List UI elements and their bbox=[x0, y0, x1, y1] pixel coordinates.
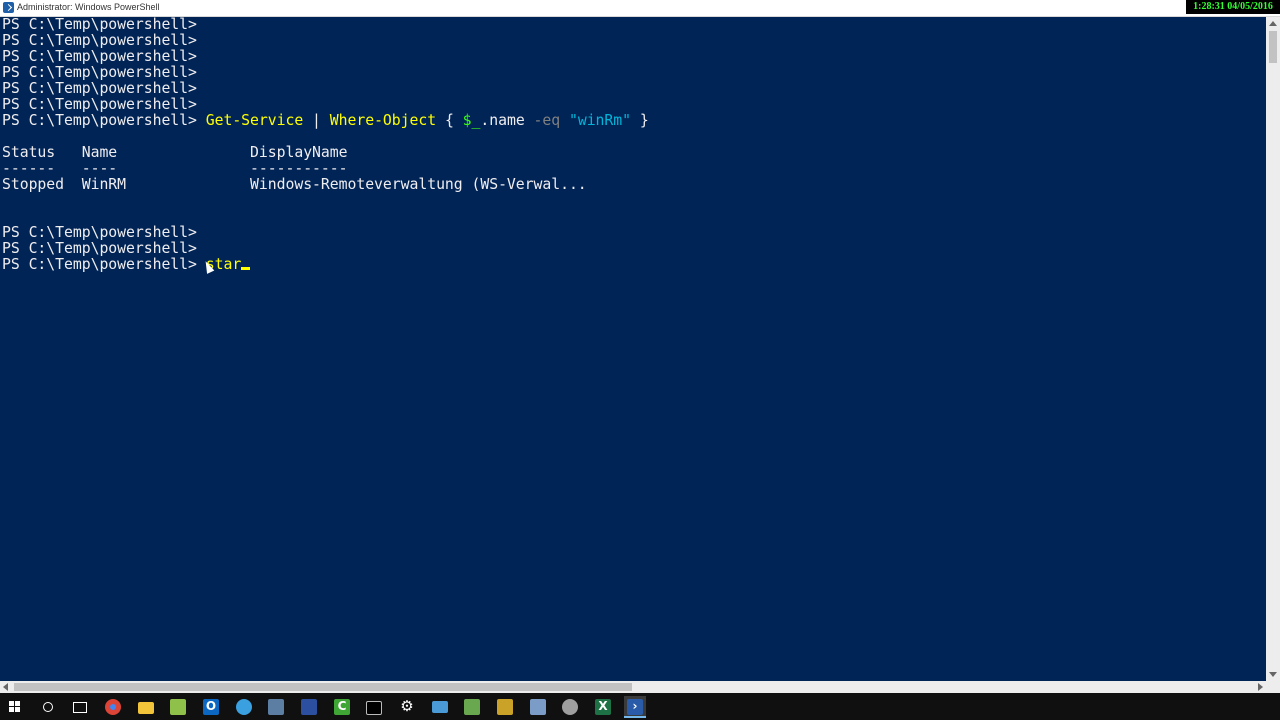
string-literal: "winRm" bbox=[560, 112, 631, 129]
chrome-icon[interactable] bbox=[102, 696, 124, 718]
console-line: PS C:\Temp\powershell> bbox=[2, 224, 197, 241]
console-line: PS C:\Temp\powershell> bbox=[2, 80, 197, 97]
cmdlet-where-object: Where-Object bbox=[329, 112, 437, 129]
window-title: Administrator: Windows PowerShell bbox=[17, 2, 160, 12]
eq-operator: -eq bbox=[533, 112, 561, 129]
notepad-plus-icon[interactable] bbox=[167, 696, 189, 718]
outlook-icon[interactable]: O bbox=[200, 696, 222, 718]
powershell-window-icon[interactable] bbox=[3, 2, 14, 13]
console-line: PS C:\Temp\powershell> bbox=[2, 96, 197, 113]
vmware-icon[interactable] bbox=[461, 696, 483, 718]
cmdlet-get-service: Get-Service bbox=[205, 112, 304, 129]
horizontal-scroll-thumb[interactable] bbox=[14, 683, 632, 691]
table-separator: ------ ---- ----------- bbox=[2, 160, 348, 177]
task-view-icon[interactable] bbox=[69, 696, 91, 718]
vertical-scroll-thumb[interactable] bbox=[1269, 31, 1277, 63]
cmd-icon[interactable] bbox=[363, 696, 385, 718]
text-cursor bbox=[241, 267, 251, 270]
virtualbox-icon[interactable] bbox=[265, 696, 287, 718]
console-line: PS C:\Temp\powershell> bbox=[2, 17, 197, 33]
windows-start-icon[interactable] bbox=[4, 696, 26, 718]
archive-icon[interactable] bbox=[494, 696, 516, 718]
table-header: Status Name DisplayName bbox=[2, 144, 348, 161]
settings-icon[interactable]: ⚙ bbox=[396, 696, 418, 718]
horizontal-scrollbar[interactable] bbox=[0, 681, 1266, 693]
pipeline-variable: $_ bbox=[462, 112, 481, 129]
vertical-scrollbar[interactable] bbox=[1266, 17, 1280, 681]
console-output[interactable]: PS C:\Temp\powershell> PS C:\Temp\powers… bbox=[0, 17, 1266, 681]
taskbar: O C ⚙ X › bbox=[0, 693, 1280, 720]
console-line: PS C:\Temp\powershell> bbox=[2, 48, 197, 65]
powershell-icon[interactable]: › bbox=[624, 696, 646, 718]
console-line: PS C:\Temp\powershell> bbox=[2, 240, 197, 257]
clock-overlay: 1:28:31 04/05/2016 bbox=[1186, 0, 1280, 14]
command-line: PS C:\Temp\powershell> Get-Service | Whe… bbox=[2, 112, 649, 129]
scrollbar-corner bbox=[1266, 681, 1280, 693]
scroll-down-icon[interactable] bbox=[1269, 672, 1277, 677]
remote-desktop-icon[interactable] bbox=[429, 696, 451, 718]
console-line: PS C:\Temp\powershell> bbox=[2, 64, 197, 81]
scroll-up-icon[interactable] bbox=[1269, 21, 1277, 26]
table-row: Stopped WinRM Windows-Remoteverwaltung (… bbox=[2, 176, 587, 193]
scroll-right-icon[interactable] bbox=[1258, 683, 1263, 691]
file-explorer-icon[interactable] bbox=[135, 696, 157, 718]
window-title-bar[interactable]: Administrator: Windows PowerShell bbox=[0, 0, 1280, 17]
scroll-left-icon[interactable] bbox=[3, 683, 8, 691]
excel-icon[interactable]: X bbox=[592, 696, 614, 718]
fiddler-icon[interactable] bbox=[559, 696, 581, 718]
camtasia-icon[interactable]: C bbox=[331, 696, 353, 718]
network-tool-icon[interactable] bbox=[527, 696, 549, 718]
powershell-ise-icon[interactable] bbox=[298, 696, 320, 718]
console-line: PS C:\Temp\powershell> bbox=[2, 32, 197, 49]
cortana-search-icon[interactable] bbox=[37, 696, 59, 718]
edge-icon[interactable] bbox=[233, 696, 255, 718]
